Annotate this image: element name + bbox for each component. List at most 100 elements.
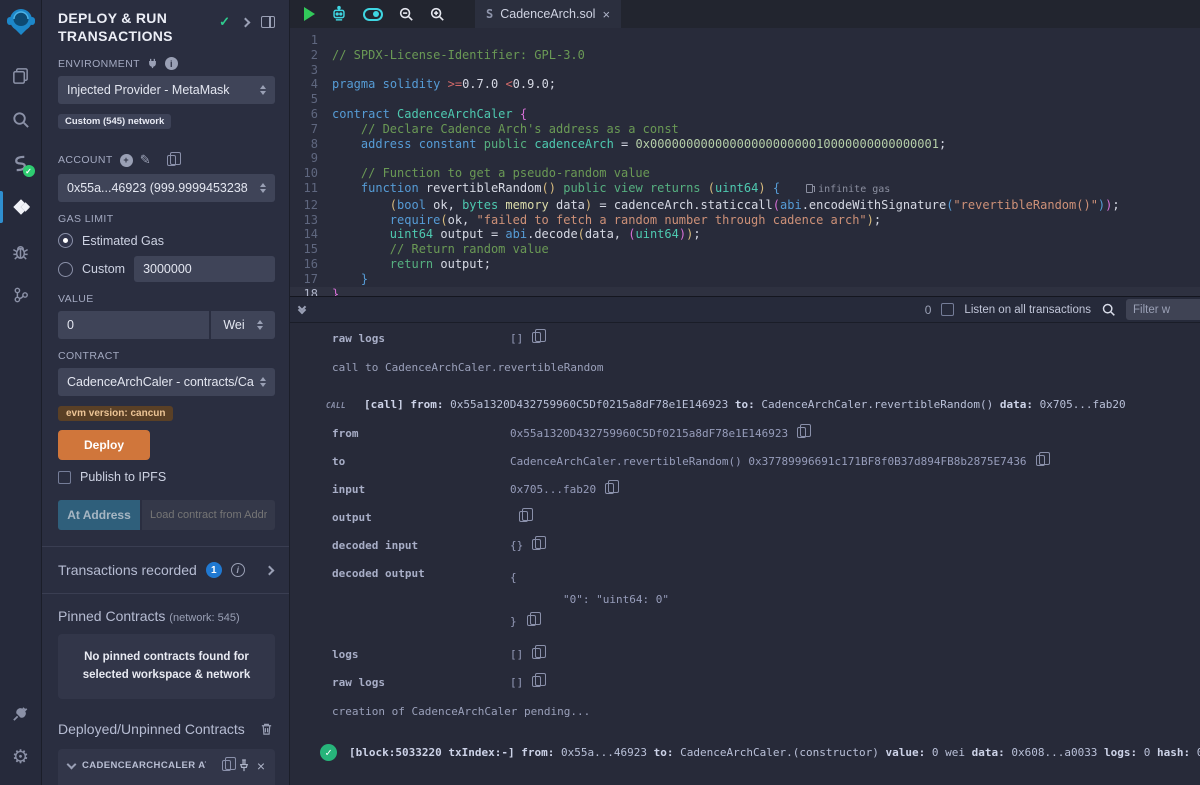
call-origin-label: CALL (326, 401, 364, 410)
terminal-kv-row: from0x55a1320D432759960C5Df0215a8dF78e1E… (290, 427, 1200, 440)
code-line: 1 (290, 33, 1200, 48)
terminal-expand-chevrons-icon[interactable] (299, 307, 305, 313)
gas-limit-label: GAS LIMIT (58, 213, 114, 225)
value-unit-select[interactable]: Wei (211, 311, 275, 339)
publish-ipfs-label: Publish to IPFS (80, 470, 166, 484)
estimated-gas-radio[interactable] (58, 233, 73, 248)
terminal-search-icon[interactable] (1101, 302, 1116, 317)
transactions-expand-chevron-icon[interactable] (265, 565, 275, 575)
code-line: 13 require(ok, "failed to fetch a random… (290, 213, 1200, 228)
line-number: 16 (290, 257, 332, 272)
deploy-run-panel: DEPLOY & RUN TRANSACTIONS ✓ ENVIRONMENT … (42, 0, 290, 785)
transactions-recorded-label: Transactions recorded (58, 562, 197, 578)
publish-ipfs-checkbox[interactable] (58, 471, 71, 484)
file-explorer-icon[interactable] (0, 53, 42, 97)
terminal-call-row: CALL[call] from: 0x55a1320D432759960C5Df… (290, 398, 1200, 411)
terminal-output: raw logs[] call to CadenceArchCaler.rever… (290, 323, 1200, 785)
copy-icon[interactable] (527, 615, 536, 626)
collapse-panel-chevron-icon[interactable] (241, 17, 251, 27)
code-line: 10 // Function to get a pseudo-random va… (290, 166, 1200, 181)
value-label: VALUE (58, 293, 94, 305)
code-line: 18} (290, 287, 1200, 296)
deployed-contract-title: CADENCEARCHCALER AT 0X (82, 760, 206, 771)
add-account-icon[interactable]: + (120, 154, 133, 167)
environment-info-icon[interactable]: i (165, 57, 178, 70)
listen-all-transactions-checkbox[interactable] (941, 303, 954, 316)
deploy-button[interactable]: Deploy (58, 430, 150, 460)
at-address-button[interactable]: At Address (58, 500, 140, 530)
copy-icon[interactable] (605, 483, 614, 494)
terminal-text-row: call to CadenceArchCaler.revertibleRando… (290, 361, 1200, 374)
tab-label: CadenceArch.sol (500, 7, 595, 21)
copy-account-icon[interactable] (167, 155, 176, 166)
line-number: 14 (290, 227, 332, 242)
git-branch-icon[interactable] (0, 273, 42, 317)
code-line: 12 (bool ok, bytes memory data) = cadenc… (290, 198, 1200, 213)
copy-icon[interactable] (797, 427, 806, 438)
remix-logo-icon[interactable] (4, 5, 38, 39)
ai-toggle-icon[interactable] (363, 8, 383, 21)
terminal-kv-row: input0x705...fab20 (290, 483, 1200, 496)
copy-icon[interactable] (532, 648, 541, 659)
account-select[interactable]: 0x55a...46923 (999.9999453238 (58, 174, 275, 202)
infinite-gas-annotation: infinite gas (806, 184, 890, 195)
search-icon[interactable] (0, 97, 42, 141)
copy-icon[interactable] (532, 539, 541, 550)
terminal-kv-row: toCadenceArchCaler.revertibleRandom() 0x… (290, 455, 1200, 468)
ai-assistant-robot-icon[interactable] (330, 5, 348, 23)
copy-icon[interactable] (532, 332, 541, 343)
code-line: 3 (290, 63, 1200, 78)
terminal-filter-input[interactable] (1126, 299, 1200, 320)
tab-close-icon[interactable]: × (602, 7, 610, 22)
code-line: 11 function revertibleRandom() public vi… (290, 181, 1200, 198)
pin-contract-icon[interactable] (238, 759, 250, 772)
deployed-contract-card: CADENCEARCHCALER AT 0X × Balance: 0 ETH … (58, 749, 275, 785)
line-number: 12 (290, 198, 332, 213)
remix-ide: ✓ ⚙ DEPLOY & RUN TRANSACTIONS ✓ (0, 0, 1200, 785)
pinned-empty-state: No pinned contracts found for selected w… (58, 634, 275, 699)
tab-cadencearch-sol[interactable]: S CadenceArch.sol × (475, 0, 621, 28)
contract-select[interactable]: CadenceArchCaler - contracts/Cac (58, 368, 275, 396)
terminal-kv-row: output (290, 511, 1200, 524)
terminal-kv-row: logs[] (290, 648, 1200, 661)
terminal-header: 0 Listen on all transactions (290, 296, 1200, 323)
line-number: 5 (290, 92, 332, 107)
debugger-icon[interactable] (0, 229, 42, 273)
copy-address-icon[interactable] (222, 760, 231, 771)
environment-select[interactable]: Injected Provider - MetaMask (58, 76, 275, 104)
pinned-network-label: (network: 545) (169, 612, 239, 624)
code-line: 6contract CadenceArchCaler { (290, 107, 1200, 122)
activity-bar: ✓ ⚙ (0, 0, 42, 785)
clear-deployed-trash-icon[interactable] (260, 722, 273, 736)
pin-panel-icon[interactable] (261, 16, 275, 28)
edit-account-icon[interactable]: ✎ (140, 152, 151, 168)
code-editor[interactable]: 12// SPDX-License-Identifier: GPL-3.034p… (290, 28, 1200, 296)
code-line: 14 uint64 output = abi.decode(data, (uin… (290, 227, 1200, 242)
env-ok-check-icon: ✓ (219, 14, 230, 30)
copy-icon[interactable] (1036, 455, 1045, 466)
deploy-run-icon[interactable] (0, 185, 42, 229)
at-address-input[interactable] (142, 500, 275, 530)
listen-all-transactions-label: Listen on all transactions (964, 304, 1091, 316)
success-check-icon[interactable]: ✓ (320, 744, 337, 761)
zoom-out-icon[interactable] (398, 6, 414, 22)
terminal-kv-row: decoded input{} (290, 539, 1200, 552)
value-input[interactable] (58, 311, 209, 339)
custom-gas-radio[interactable] (58, 262, 73, 277)
copy-icon[interactable] (519, 511, 528, 522)
settings-gear-icon[interactable]: ⚙ (0, 735, 42, 779)
custom-gas-input[interactable] (134, 256, 275, 282)
copy-icon[interactable] (532, 676, 541, 687)
remove-contract-icon[interactable]: × (257, 759, 265, 773)
editor-tabbar: S CadenceArch.sol × (290, 0, 1200, 28)
zoom-in-icon[interactable] (429, 6, 445, 22)
line-number: 8 (290, 137, 332, 152)
transactions-info-icon[interactable]: i (231, 563, 245, 577)
contract-collapse-chevron-icon[interactable] (67, 759, 77, 769)
run-script-play-icon[interactable] (304, 7, 315, 21)
code-line: 4pragma solidity >=0.7.0 <0.9.0; (290, 77, 1200, 92)
code-line: 8 address constant public cadenceArch = … (290, 137, 1200, 152)
plugin-manager-icon[interactable] (0, 691, 42, 735)
solidity-compiler-icon[interactable]: ✓ (0, 141, 42, 185)
terminal-kv-row: raw logs[] (290, 676, 1200, 689)
